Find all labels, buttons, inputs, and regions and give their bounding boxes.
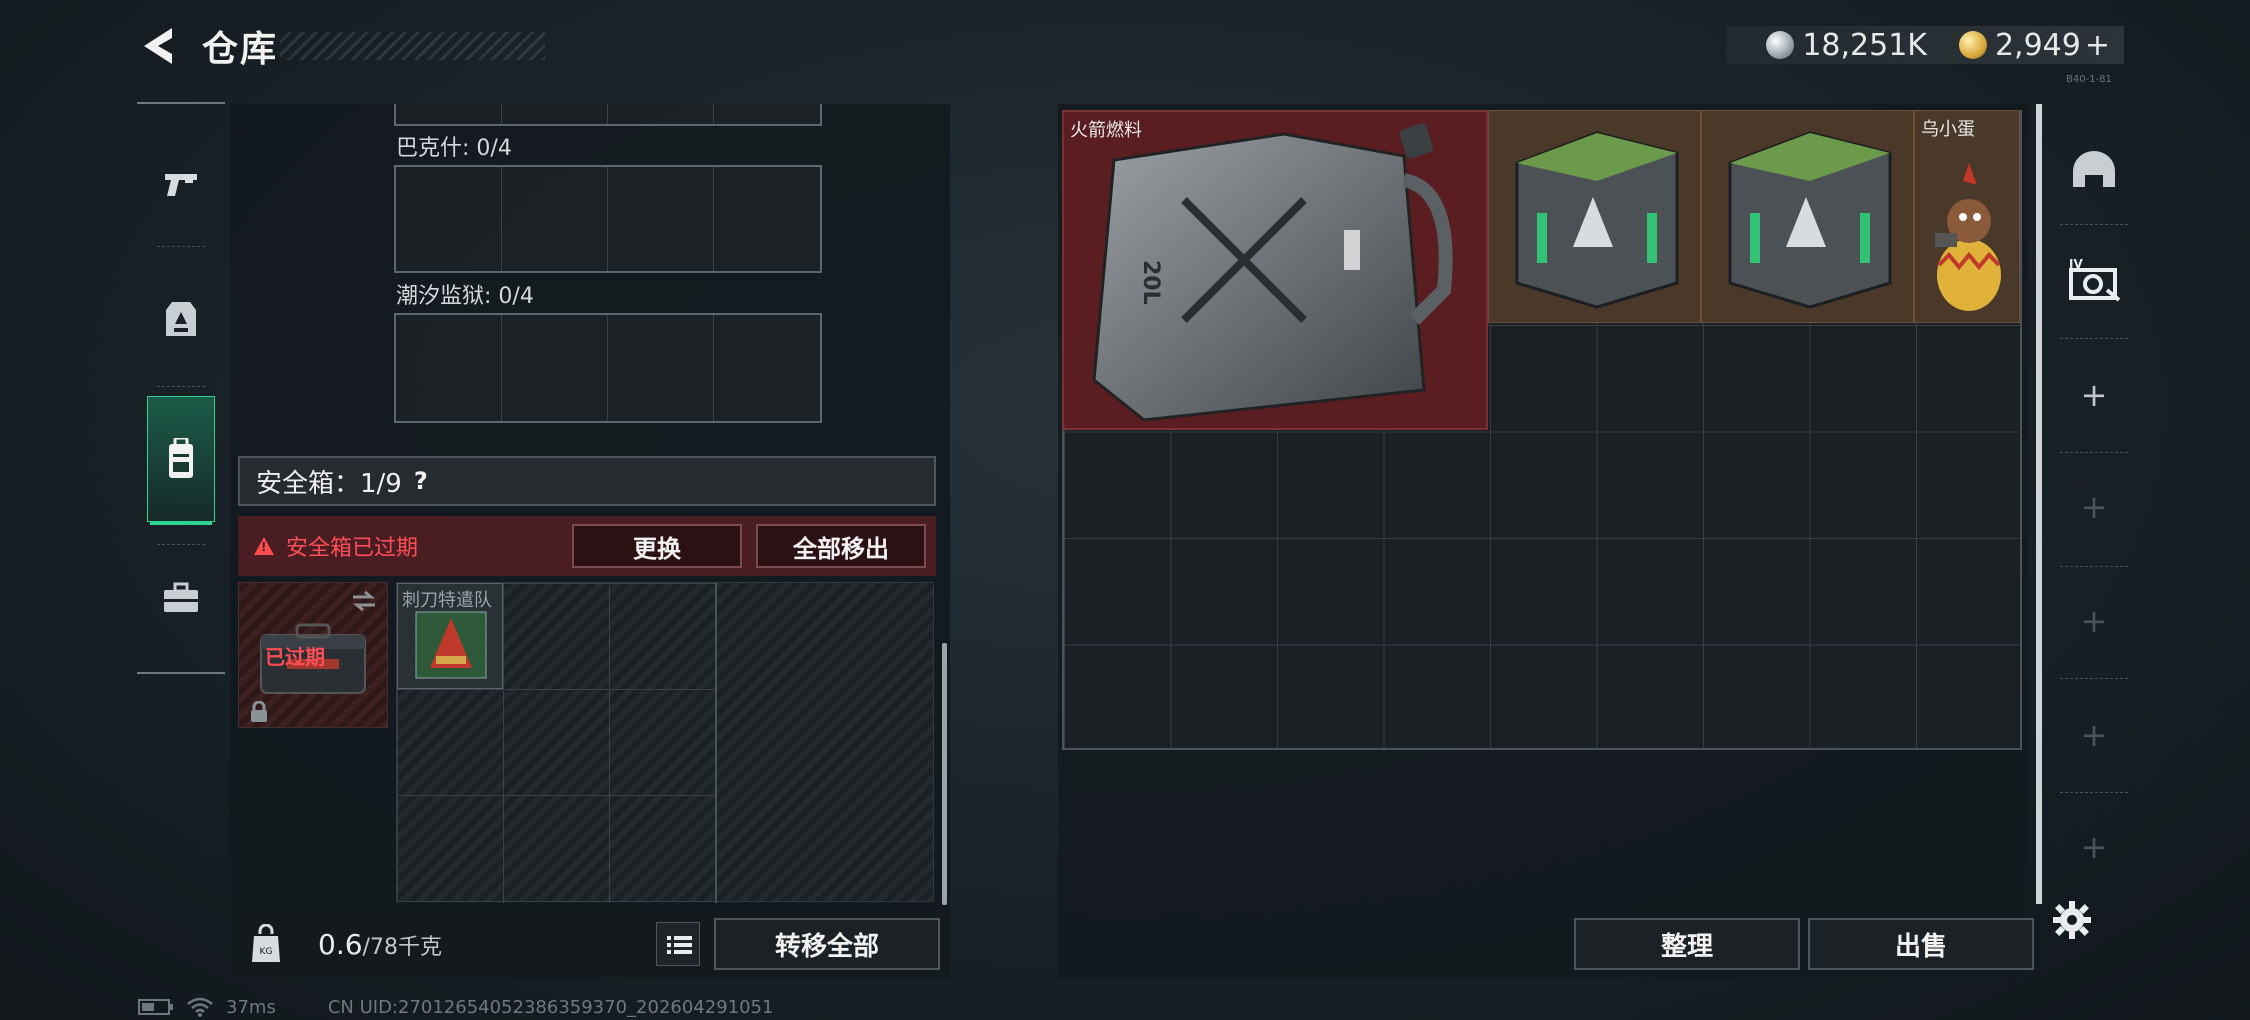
- silver-amount: 18,251K: [1802, 27, 1927, 63]
- swap-icon[interactable]: [349, 589, 379, 613]
- help-icon[interactable]: ?: [414, 467, 428, 495]
- uid-readout: CN UID:27012654052386359370_202604291051: [327, 996, 774, 1018]
- stash-item-crate[interactable]: [1701, 110, 1914, 323]
- sort-button[interactable]: 整理: [1574, 918, 1800, 970]
- weight-bar: KG 0.6/78千克 转移全部: [230, 910, 950, 978]
- safe-box-header: 安全箱：1/9 ?: [238, 456, 936, 506]
- key-slot[interactable]: [502, 315, 608, 421]
- stash-scrollbar[interactable]: [2036, 104, 2042, 904]
- safe-slot-item[interactable]: 刺刀特遣队: [397, 583, 503, 689]
- key-slot[interactable]: [396, 167, 502, 271]
- weight-icon: KG: [252, 924, 280, 962]
- warning-icon: [254, 537, 274, 555]
- replace-button[interactable]: 更换: [572, 524, 742, 568]
- key-grid[interactable]: [394, 313, 822, 423]
- gear-icon: [2053, 901, 2091, 939]
- safe-box-grid[interactable]: 刺刀特遣队: [396, 582, 934, 903]
- add-slot-icon: +: [2080, 376, 2108, 414]
- panel-scrollbar[interactable]: [942, 643, 947, 905]
- nav-case[interactable]: [147, 548, 215, 648]
- remove-all-button[interactable]: 全部移出: [756, 524, 926, 568]
- stash-item-bird-egg[interactable]: 乌小蛋: [1914, 110, 2020, 323]
- currency-bar: 18,251K 2,949 +: [1726, 26, 2124, 64]
- category-nav: [137, 102, 225, 674]
- gold-amount: 2,949: [1994, 27, 2081, 63]
- badge-item-icon: [415, 611, 487, 679]
- key-slot[interactable]: [502, 167, 608, 271]
- case-expired-label: 已过期: [265, 645, 325, 669]
- key-slot[interactable]: [714, 315, 820, 421]
- transfer-all-button[interactable]: 转移全部: [714, 918, 940, 970]
- backpack-icon: [169, 438, 193, 478]
- add-slot-icon: +: [2080, 716, 2108, 754]
- ping-readout: 37ms: [226, 996, 276, 1018]
- camera-icon: IV: [2069, 257, 2121, 302]
- item-label: 乌小蛋: [1921, 119, 1975, 140]
- key-section-label: 潮汐监狱: 0/4: [396, 284, 534, 309]
- gold-coin-icon: [1958, 31, 1987, 59]
- add-slot-icon: +: [2080, 828, 2108, 866]
- key-slot[interactable]: [396, 315, 502, 421]
- safe-box-slots[interactable]: 刺刀特遣队: [397, 583, 717, 903]
- supply-crate-icon: [1728, 131, 1892, 309]
- key-slot[interactable]: [608, 315, 714, 421]
- back-arrow-icon: [144, 28, 172, 64]
- silver-coin-icon: [1766, 31, 1795, 59]
- build-tag: B40-1-81: [2066, 74, 2112, 85]
- stash-item-rocket-fuel[interactable]: 火箭燃料 20L: [1062, 110, 1488, 430]
- key-slot[interactable]: [714, 167, 820, 271]
- side-slot-add[interactable]: +: [2044, 680, 2144, 790]
- key-slot[interactable]: [608, 167, 714, 271]
- silver-currency: 18,251K: [1766, 28, 1927, 63]
- side-slot-add[interactable]: +: [2044, 452, 2144, 562]
- svg-text:IV: IV: [2069, 257, 2083, 271]
- expired-notice: 安全箱已过期: [286, 536, 419, 561]
- settings-button[interactable]: [2052, 900, 2092, 940]
- side-slot-add[interactable]: +: [2044, 792, 2144, 902]
- add-slot-icon: +: [2080, 602, 2108, 640]
- weight-readout: 0.6/78千克: [318, 928, 442, 961]
- fuel-canister-icon: 20L: [1092, 123, 1453, 422]
- key-section-label: 巴克什: 0/4: [396, 136, 512, 161]
- nav-backpack[interactable]: [147, 396, 215, 522]
- list-view-button[interactable]: [656, 922, 700, 966]
- back-button[interactable]: [136, 22, 180, 70]
- battery-icon: [138, 999, 173, 1015]
- svg-text:KG: KG: [260, 947, 273, 957]
- add-slot-icon: +: [2080, 488, 2108, 526]
- armor-vest-icon: [166, 302, 196, 336]
- bird-egg-icon: [1935, 163, 2001, 311]
- safe-box-item[interactable]: 已过期: [238, 582, 388, 728]
- sell-button[interactable]: 出售: [1808, 918, 2034, 970]
- list-icon: [667, 936, 692, 954]
- weight-max: /78千克: [362, 935, 442, 960]
- side-slot-helmet[interactable]: [2044, 115, 2144, 225]
- side-slot-add[interactable]: +: [2044, 566, 2144, 676]
- safe-box-expired-bar: 安全箱已过期 更换 全部移出: [238, 516, 936, 576]
- title-decor: [280, 32, 545, 60]
- add-currency-button[interactable]: +: [2085, 28, 2110, 63]
- briefcase-icon: [164, 582, 198, 612]
- gold-currency[interactable]: 2,949 +: [1958, 27, 2110, 63]
- weight-current: 0.6: [318, 928, 363, 961]
- status-bar: 37ms CN UID:27012654052386359370_2026042…: [138, 996, 773, 1018]
- nav-armor[interactable]: [147, 270, 215, 370]
- stash-item-crate[interactable]: [1488, 110, 1701, 323]
- side-slot-add[interactable]: +: [2044, 340, 2144, 450]
- side-slot-camera[interactable]: IV: [2044, 224, 2144, 334]
- key-grid[interactable]: [394, 165, 822, 273]
- key-grid-partial: [394, 104, 822, 126]
- helmet-icon: [2073, 151, 2115, 187]
- page-title: 仓库: [202, 29, 279, 70]
- pistol-icon: [165, 174, 197, 196]
- wifi-icon: [187, 997, 213, 1017]
- lock-icon: [251, 701, 267, 722]
- supply-crate-icon: [1515, 131, 1679, 309]
- nav-weapons[interactable]: [147, 134, 215, 234]
- safe-box-count: 安全箱：1/9: [256, 468, 402, 499]
- svg-text:20L: 20L: [1138, 260, 1163, 305]
